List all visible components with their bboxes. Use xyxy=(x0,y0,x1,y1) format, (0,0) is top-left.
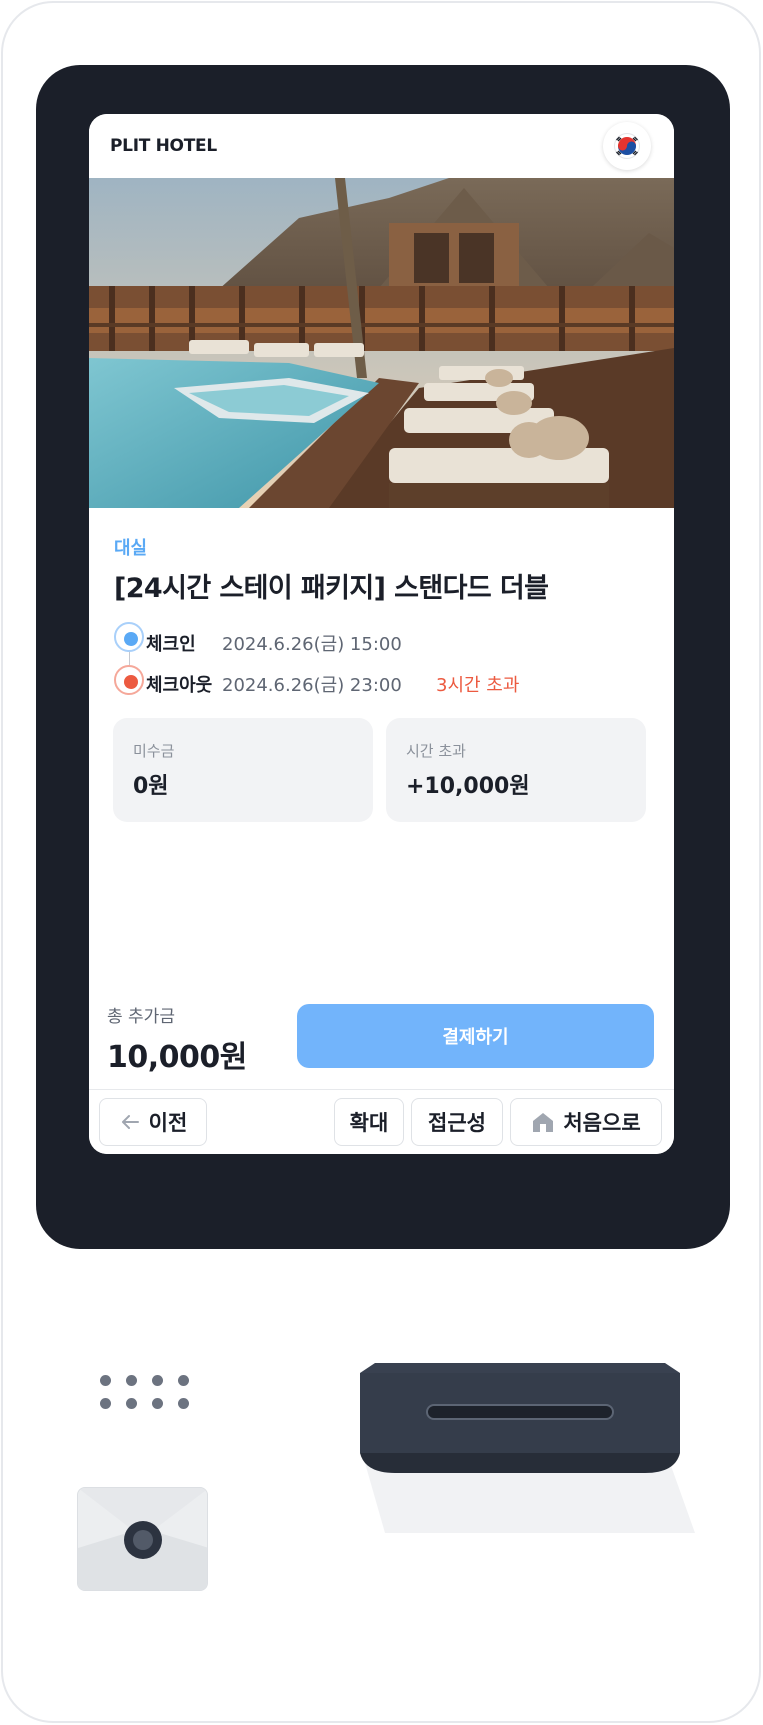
zoom-label: 확대 xyxy=(349,1111,389,1135)
app-header: PLIT HOTEL xyxy=(89,114,674,178)
hotel-name: PLIT HOTEL xyxy=(110,136,217,156)
room-type-label: 대실 xyxy=(114,538,148,559)
overtime-fee-label: 시간 초과 xyxy=(406,742,466,760)
total-label: 총 추가금 xyxy=(107,1007,175,1027)
unpaid-card: 미수금 0원 xyxy=(113,718,373,822)
unpaid-label: 미수금 xyxy=(133,742,175,760)
card-reader-slot xyxy=(355,1363,695,1548)
home-label: 처음으로 xyxy=(563,1111,641,1135)
pay-button[interactable]: 결제하기 xyxy=(297,1004,654,1068)
language-button[interactable] xyxy=(603,122,651,170)
back-label: 이전 xyxy=(148,1111,188,1135)
zoom-button[interactable]: 확대 xyxy=(334,1098,404,1146)
total-value: 10,000원 xyxy=(107,1040,247,1075)
checkin-label: 체크인 xyxy=(146,634,196,655)
home-button[interactable]: 처음으로 xyxy=(510,1098,662,1146)
back-button[interactable]: 이전 xyxy=(99,1098,207,1146)
checkin-value: 2024.6.26(금) 15:00 xyxy=(222,634,402,655)
speaker-grille xyxy=(100,1375,192,1409)
checkout-dot-icon xyxy=(114,665,144,695)
room-hero-image xyxy=(89,178,674,508)
overtime-card: 시간 초과 +10,000원 xyxy=(386,718,646,822)
accessibility-button[interactable]: 접근성 xyxy=(411,1098,503,1146)
checkout-value: 2024.6.26(금) 23:00 xyxy=(222,675,402,696)
home-icon xyxy=(533,1113,554,1132)
kiosk-screen: PLIT HOTEL 대실 [24시간 스테이 패키지] 스탠다드 더블 체크인… xyxy=(89,114,674,1154)
overtime-note: 3시간 초과 xyxy=(436,675,520,696)
arrow-left-icon xyxy=(121,1115,139,1129)
overtime-fee-value: +10,000원 xyxy=(406,774,530,799)
korea-flag-icon xyxy=(614,133,640,159)
camera-module xyxy=(77,1487,208,1591)
accessibility-label: 접근성 xyxy=(428,1111,486,1135)
checkout-label: 체크아웃 xyxy=(146,675,213,696)
room-title: [24시간 스테이 패키지] 스탠다드 더블 xyxy=(114,573,549,604)
checkin-dot-icon xyxy=(114,622,144,652)
unpaid-value: 0원 xyxy=(133,774,169,799)
